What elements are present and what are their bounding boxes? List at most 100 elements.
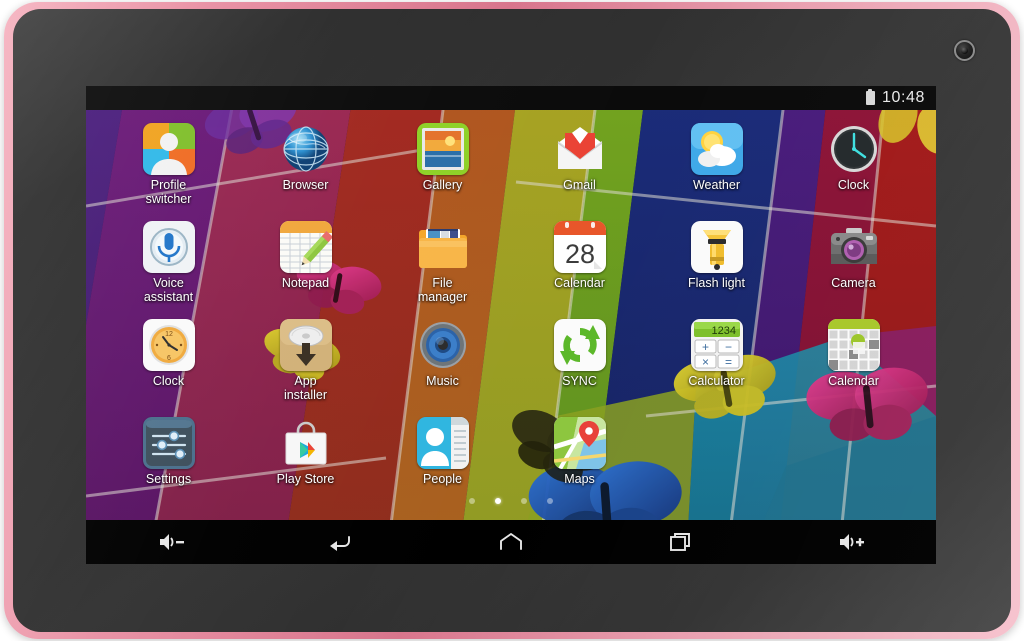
file-manager-folder-icon (417, 221, 469, 273)
app-sync[interactable]: SYNC (511, 312, 648, 410)
app-voice-assistant[interactable]: Voice assistant (100, 214, 237, 312)
app-label: People (423, 472, 462, 486)
status-bar: 10:48 (86, 86, 936, 110)
app-clock-alarm[interactable]: 12 6 Clock (100, 312, 237, 410)
calculator-key-minus: − (724, 340, 731, 354)
app-play-store[interactable]: Play Store (237, 410, 374, 508)
app-camera[interactable]: Camera (785, 214, 922, 312)
calendar-date-number: 28 (564, 239, 594, 269)
app-clock-top[interactable]: Clock (785, 116, 922, 214)
back-button[interactable] (304, 520, 378, 564)
volume-down-icon (158, 532, 184, 552)
app-browser[interactable]: Browser (237, 116, 374, 214)
sync-arrows-icon (553, 319, 606, 371)
recents-button[interactable] (644, 520, 718, 564)
page-dot-4[interactable] (547, 498, 553, 504)
music-speaker-icon (417, 319, 469, 371)
gallery-icon (416, 123, 469, 175)
voice-assistant-mic-icon (142, 221, 195, 273)
app-label: Maps (564, 472, 595, 486)
maps-pin-icon (553, 417, 606, 469)
calendar-28-icon: 28 (553, 221, 606, 273)
app-file-manager[interactable]: File manager (374, 214, 511, 312)
app-notepad[interactable]: Notepad (237, 214, 374, 312)
volume-down-button[interactable] (134, 520, 208, 564)
calculator-display-value: 1234 (711, 325, 735, 337)
people-contact-icon (416, 417, 469, 469)
app-label: Clock (837, 178, 870, 192)
app-label: App installer (283, 374, 328, 402)
status-clock: 10:48 (881, 89, 925, 106)
front-camera-icon (954, 40, 975, 61)
app-label: Settings (145, 472, 192, 486)
app-empty-slot-1 (648, 410, 785, 508)
calculator-key-times: × (701, 355, 708, 369)
home-button[interactable] (474, 520, 548, 564)
page-indicator (86, 498, 936, 504)
volume-up-icon (838, 532, 864, 552)
page-dot-2[interactable] (495, 498, 501, 504)
app-people[interactable]: People (374, 410, 511, 508)
app-label: Calendar (828, 374, 879, 388)
navigation-bar (86, 520, 936, 564)
calculator-icon: 1234 + − × = (690, 319, 743, 371)
app-label: Flash light (688, 276, 745, 290)
tablet-bezel: 10:48 Profile switcher Browser Gallery G… (13, 9, 1011, 632)
app-calendar-grid[interactable]: Calendar (785, 312, 922, 410)
app-calendar-28[interactable]: 28 Calendar (511, 214, 648, 312)
app-installer-icon (279, 319, 332, 371)
calculator-key-equals: = (724, 355, 731, 369)
app-profile-switcher[interactable]: Profile switcher (100, 116, 237, 214)
app-maps[interactable]: Maps (511, 410, 648, 508)
app-label: Profile switcher (145, 178, 192, 206)
back-arrow-icon (329, 532, 353, 552)
settings-sliders-icon (142, 417, 195, 469)
weather-icon (690, 123, 743, 175)
app-gmail[interactable]: Gmail (511, 116, 648, 214)
app-label: Weather (692, 178, 740, 192)
app-label: Music (426, 374, 459, 388)
battery-icon (865, 88, 875, 105)
app-label: Calculator (688, 374, 745, 388)
tablet-screen: 10:48 Profile switcher Browser Gallery G… (86, 86, 936, 564)
tablet-device-frame: 10:48 Profile switcher Browser Gallery G… (4, 2, 1020, 639)
play-store-icon (280, 417, 332, 469)
volume-up-button[interactable] (814, 520, 888, 564)
page-dot-1[interactable] (469, 498, 475, 504)
calendar-grid-icon (827, 319, 880, 371)
app-label: Camera (831, 276, 876, 290)
app-label: Voice assistant (143, 276, 194, 304)
app-label: SYNC (562, 374, 597, 388)
app-label: Gmail (563, 178, 596, 192)
clock-analog-icon (828, 123, 880, 175)
clock-face-icon: 12 6 (142, 319, 195, 371)
flashlight-icon (690, 221, 743, 273)
browser-globe-icon (280, 123, 332, 175)
notepad-icon (279, 221, 332, 273)
page-dot-3[interactable] (521, 498, 527, 504)
recents-icon (670, 532, 692, 552)
app-label: Notepad (281, 276, 330, 290)
app-settings[interactable]: Settings (100, 410, 237, 508)
calculator-key-plus: + (701, 340, 708, 354)
app-label: Gallery (422, 178, 463, 192)
app-app-installer[interactable]: App installer (237, 312, 374, 410)
profile-switcher-icon (142, 123, 195, 175)
home-icon (499, 532, 523, 552)
clock-mark-12: 12 (165, 331, 173, 338)
app-calculator[interactable]: 1234 + − × = Calculator (648, 312, 785, 410)
app-label: Calendar (554, 276, 605, 290)
camera-icon (828, 221, 880, 273)
app-weather[interactable]: Weather (648, 116, 785, 214)
app-music[interactable]: Music (374, 312, 511, 410)
app-label: Clock (152, 374, 185, 388)
app-label: Browser (282, 178, 329, 192)
app-label: Play Store (276, 472, 335, 486)
app-flash-light[interactable]: Flash light (648, 214, 785, 312)
app-gallery[interactable]: Gallery (374, 116, 511, 214)
clock-mark-6: 6 (167, 355, 171, 362)
app-empty-slot-2 (785, 410, 922, 508)
app-grid: Profile switcher Browser Gallery Gmail W… (86, 110, 936, 508)
app-label: File manager (417, 276, 468, 304)
gmail-icon (554, 123, 606, 175)
